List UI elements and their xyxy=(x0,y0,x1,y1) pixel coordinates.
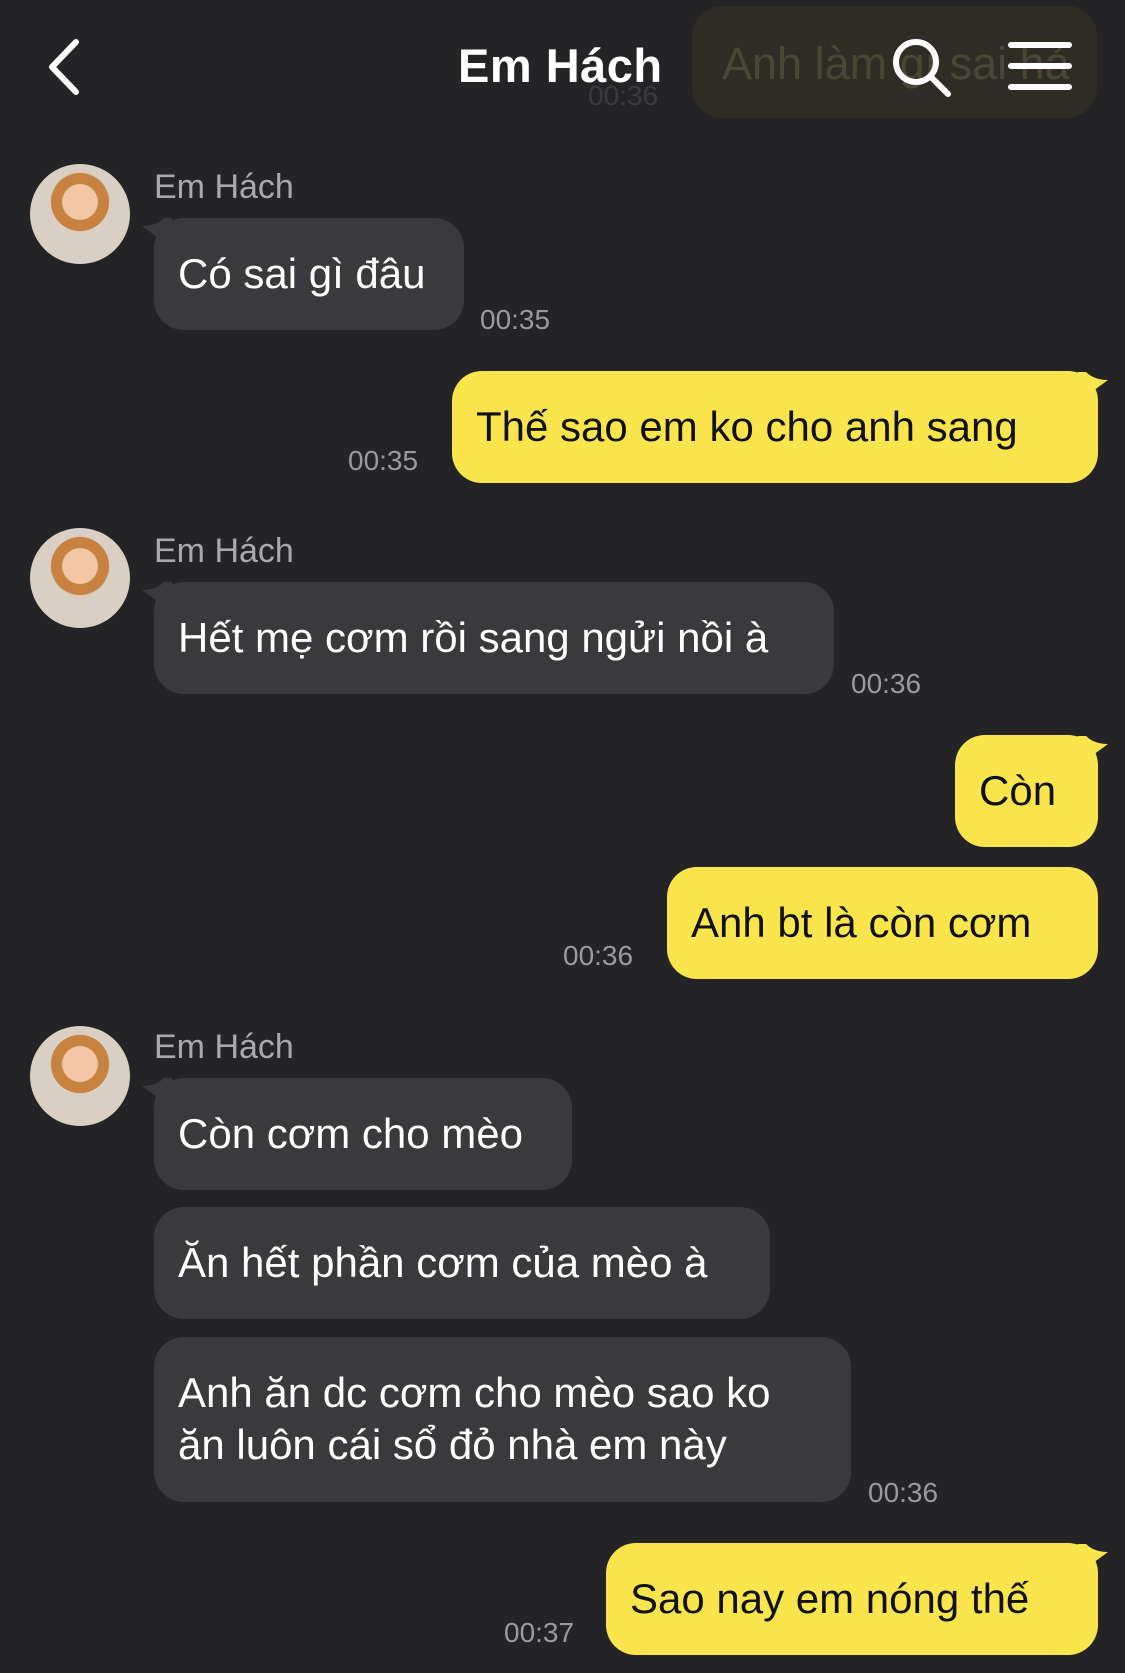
message-bubble[interactable]: Có sai gì đâu xyxy=(154,218,464,330)
message-time: 00:35 xyxy=(348,445,419,476)
back-arrow-icon xyxy=(49,39,79,95)
message-time: 00:35 xyxy=(480,304,551,335)
message-time: 00:36 xyxy=(868,1477,939,1508)
message-bubble[interactable]: Anh bt là còn cơm xyxy=(667,867,1098,979)
bubble-tail-icon xyxy=(1078,736,1108,766)
bubble-tail-icon xyxy=(1078,372,1108,402)
sender-name: Em Hách xyxy=(154,1028,294,1066)
message-bubble[interactable]: Còn cơm cho mèo xyxy=(154,1078,572,1190)
avatar[interactable] xyxy=(30,164,130,264)
bubble-tail-icon xyxy=(1078,1544,1108,1574)
message-bubble[interactable]: Anh ăn dc cơm cho mèo sao ko ăn luôn cái… xyxy=(154,1337,851,1502)
chat-title: Em Hách xyxy=(458,39,663,92)
search-icon xyxy=(893,39,951,97)
avatar[interactable] xyxy=(30,1026,130,1126)
message-bubble[interactable]: Ăn hết phần cơm của mèo à xyxy=(154,1207,770,1319)
sender-name: Em Hách xyxy=(154,532,294,570)
sender-name: Em Hách xyxy=(154,168,294,206)
avatar[interactable] xyxy=(30,528,130,628)
chat-header: Anh làm gì sai hả 00:36 Em Hách xyxy=(0,0,1125,140)
menu-button[interactable] xyxy=(1008,40,1072,92)
message-bubble[interactable]: Còn xyxy=(955,735,1098,847)
message-bubble[interactable]: Hết mẹ cơm rồi sang ngửi nồi à xyxy=(154,582,834,694)
message-bubble[interactable]: Sao nay em nóng thế xyxy=(606,1543,1098,1655)
menu-icon xyxy=(1008,42,1072,90)
back-button[interactable] xyxy=(40,32,100,102)
message-time: 00:37 xyxy=(504,1617,575,1648)
message-bubble[interactable]: Thế sao em ko cho anh sang xyxy=(452,371,1098,483)
search-button[interactable] xyxy=(888,34,958,104)
message-time: 00:36 xyxy=(563,940,634,971)
message-time: 00:36 xyxy=(851,668,922,699)
